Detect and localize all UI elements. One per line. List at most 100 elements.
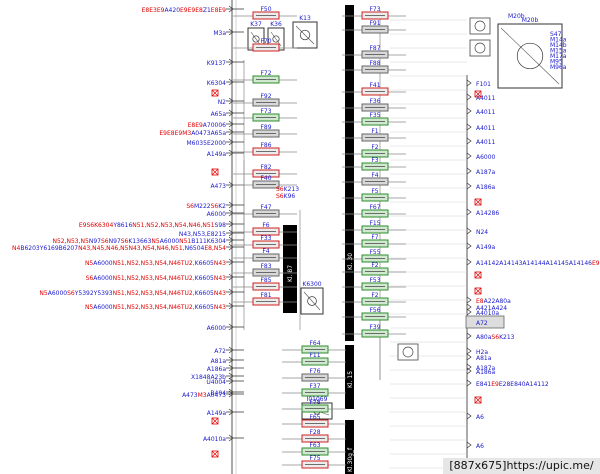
fuse: F11 — [282, 352, 346, 366]
label-seg: M3a — [213, 30, 226, 37]
label-seg: A6000 — [48, 290, 68, 297]
label-seg: A473 — [210, 183, 226, 190]
label-seg: S98 — [215, 222, 227, 229]
left-label: E9S6K6304Y8616N51,N52,N53,N54,N46,N51S98 — [79, 222, 226, 229]
right-label: A4011 — [476, 95, 496, 102]
left-label-row: N5A6000N51,N52,N53,N54,N46TU2,K6605N43 — [85, 260, 226, 267]
label-seg: A65a — [211, 130, 227, 137]
label-seg: N43,N45,N46,N5 — [78, 245, 129, 252]
right-label: A72 — [476, 320, 488, 327]
fuse-label: F3 — [371, 157, 378, 164]
fuse: F65 — [282, 414, 346, 428]
label-seg: A6000 — [207, 211, 227, 218]
label-seg: K6304 — [94, 222, 113, 229]
label-seg: N5 — [85, 304, 93, 311]
label-seg: E8 — [195, 7, 203, 14]
right-label-row: S47M14aM14bM15aM17aM95M96a — [550, 31, 567, 71]
label-seg: A186a — [476, 184, 496, 191]
label-seg: 1,N52,N53,N54,N46,N51 — [141, 222, 215, 229]
left-label: N43,N53,E8215 — [179, 231, 226, 238]
label-seg: N6504 — [185, 245, 205, 252]
right-label: A4010a — [476, 310, 499, 317]
bus-kl15-label: Kl. 15 — [347, 371, 354, 388]
label-seg: A14143 — [499, 260, 522, 267]
fuse-label: F76 — [309, 368, 320, 375]
label-seg: K9137 — [207, 60, 226, 67]
bus-kl30-label: Kl. 30 — [347, 253, 354, 270]
label-seg: E8 — [142, 7, 150, 14]
fault-marker-icon — [474, 396, 482, 404]
relay-k13: K13 — [292, 15, 318, 49]
label-seg: A0473 — [191, 130, 211, 137]
relay-label: K6300 — [302, 281, 321, 288]
label-seg: E9 — [157, 7, 165, 14]
left-label-row: A81a — [211, 358, 227, 365]
label-seg: A149a — [207, 410, 227, 417]
right-label: M96a — [550, 64, 567, 71]
left-label: N5A6000N51,N52,N53,N54,N46TU2,K6605N43 — [85, 304, 226, 311]
fuse-label: F4 — [262, 248, 269, 255]
right-label: E8A22A80a — [476, 298, 511, 305]
left-label: N4B6203Y6169B6207N43,N45,N46,N5N43,N54,N… — [12, 245, 226, 252]
label-seg: K13663 — [128, 238, 151, 245]
label-seg: U4004 — [206, 379, 226, 386]
left-label-row: N5A6000N51,N52,N53,N54,N46TU2,K6605N43 — [85, 304, 226, 311]
fuse-label: F37 — [309, 383, 320, 390]
left-label-row: A65a — [211, 111, 227, 118]
label-seg: B6207 — [59, 245, 79, 252]
fuse-label: F64 — [309, 340, 320, 347]
label-seg: E9 — [175, 130, 183, 137]
fuse-label: F82 — [260, 164, 271, 171]
right-label-row: A80aS6K213 — [476, 334, 515, 341]
left-label-row: E8E3E9A420E9E9E8Z1E8E9 — [142, 7, 227, 14]
fuse-label: F1 — [371, 128, 378, 135]
label-seg: A14146 — [569, 260, 592, 267]
fuse-label: F50 — [260, 6, 271, 13]
label-seg: B111K6304 — [191, 238, 226, 245]
left-label: A6000 — [207, 325, 227, 332]
label-seg: A187a — [476, 169, 496, 176]
label-seg: E9 — [79, 222, 87, 229]
right-label-row: A4010a — [476, 310, 499, 317]
label-seg: A420 — [164, 7, 180, 14]
fault-marker-icon — [211, 168, 219, 176]
label-seg: E8,N54 — [204, 245, 226, 252]
label-seg: A14145 — [546, 260, 569, 267]
label-seg: N43 — [214, 275, 226, 282]
fuse: F63 — [282, 442, 346, 456]
left-label-row: N52,N53,N5N97S6N97S6K13663N5A6000N51B111… — [52, 238, 226, 245]
left-label-row: A6000 — [207, 325, 227, 332]
label-seg: E8 — [211, 7, 219, 14]
right-label-row: A6 — [476, 414, 484, 421]
label-seg: K213 — [499, 334, 515, 341]
right-label-row: A6 — [476, 443, 484, 450]
label-seg: E9 — [188, 7, 196, 14]
label-seg: A14286 — [476, 210, 499, 217]
fuse-label: F5 — [371, 188, 378, 195]
label-seg: M6035 — [186, 140, 207, 147]
right-label: A149a — [476, 244, 496, 251]
fault-marker-icon — [211, 89, 219, 97]
label-seg: A81a — [476, 355, 492, 362]
left-label: N5A6000S6Y5392Y5393N51,N52,N53,N54,N46TU… — [39, 290, 226, 297]
right-label: A6000 — [476, 154, 496, 161]
fuse-label: F7 — [371, 234, 378, 241]
fuse-label: F56 — [369, 307, 380, 314]
label-seg: S6 — [86, 222, 94, 229]
right-label-row: F101 — [476, 81, 491, 88]
label-seg: S6 — [67, 290, 75, 297]
fuse-label: F87 — [369, 45, 380, 52]
left-label-row: U4004 — [206, 379, 226, 386]
right-label-row: A4011 — [476, 125, 496, 132]
left-label-row: E9S6K6304Y8616N51,N52,N53,N54,N46,N51S98 — [79, 222, 226, 229]
label-seg: N5 — [85, 260, 93, 267]
label-seg: A6000 — [160, 238, 180, 245]
left-label-row: E8E9A70006 — [188, 122, 227, 129]
fuse-label: F53 — [369, 277, 380, 284]
left-label-row: M6035E2000 — [186, 140, 226, 147]
label-seg: A80a — [476, 334, 492, 341]
right-label-row: A81a — [476, 355, 492, 362]
fuse-label: F83 — [260, 263, 271, 270]
label-seg: E9 — [180, 7, 188, 14]
right-label: N24 — [476, 229, 488, 236]
